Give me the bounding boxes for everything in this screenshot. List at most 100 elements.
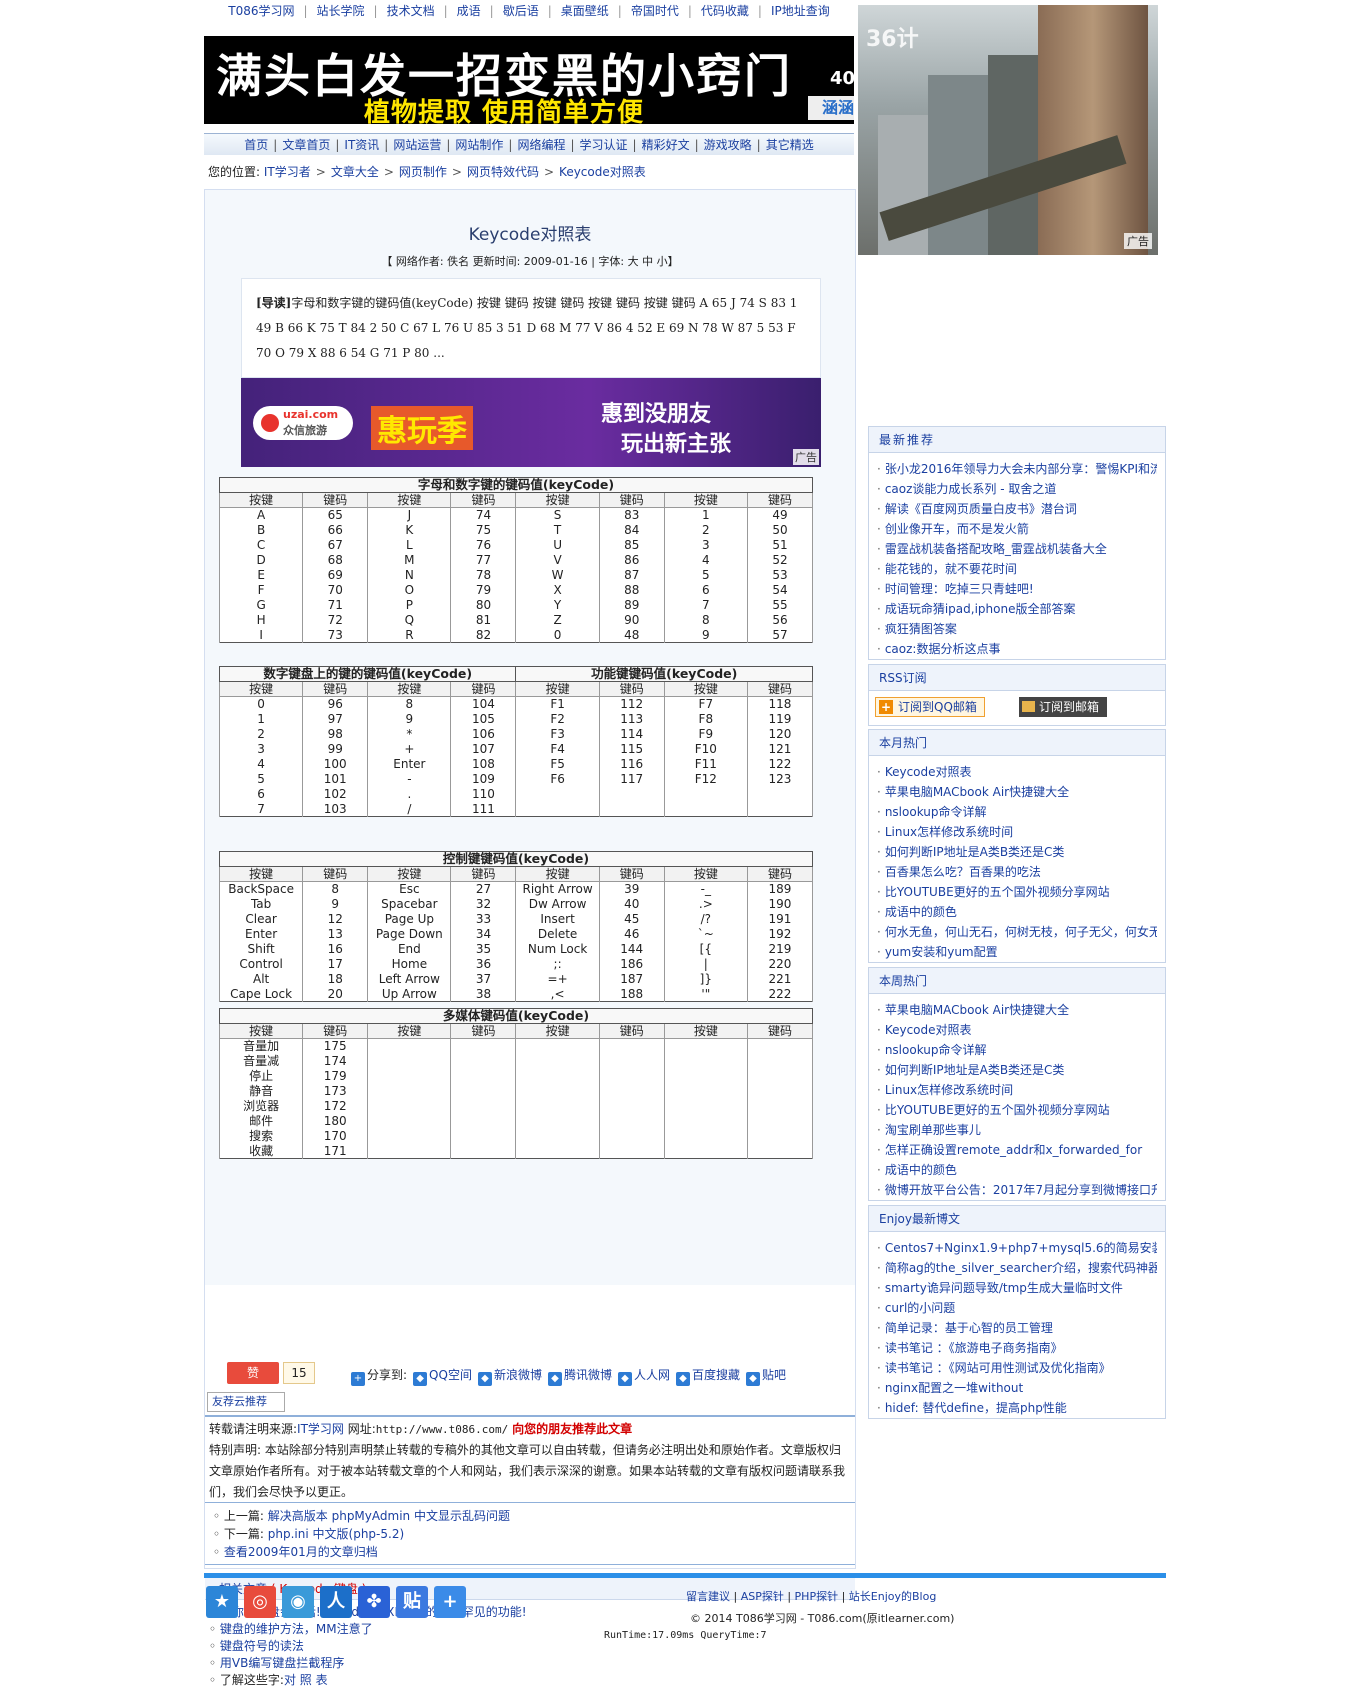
share-item[interactable]: 腾讯微博 <box>564 1368 612 1382</box>
renren-icon[interactable]: ◆ <box>617 1372 632 1386</box>
footer-link[interactable]: 站长Enjoy的Blog <box>849 1590 937 1603</box>
subscribe-qq-button[interactable]: + 订阅到QQ邮箱 <box>875 697 985 717</box>
sidebar-link[interactable]: Linux怎样修改系统时间 <box>885 825 1013 839</box>
sidebar-link[interactable]: 成语中的颜色 <box>885 905 957 919</box>
share-plus-icon[interactable]: + <box>351 1372 365 1386</box>
top-nav-item[interactable]: IP地址查询 <box>762 4 839 18</box>
sidebar-link[interactable]: 张小龙2016年领导力大会未内部分享：警惕KPI和流 <box>885 462 1157 476</box>
top-nav-item[interactable]: 帝国时代 <box>622 4 688 18</box>
sidebar-link[interactable]: 创业像开车，而不是发火箭 <box>885 522 1029 536</box>
sidebar-link[interactable]: 如何判断IP地址是A类B类还是C类 <box>885 1063 1065 1077</box>
archive-link[interactable]: 查看2009年01月的文章归档 <box>224 1545 378 1559</box>
sidebar-link[interactable]: 比YOUTUBE更好的五个国外视频分享网站 <box>885 1103 1110 1117</box>
share-item[interactable]: 百度搜藏 <box>692 1368 740 1382</box>
related-link[interactable]: 键盘的维护方法，MM注意了 <box>220 1622 373 1636</box>
top-nav-item[interactable]: 代码收藏 <box>692 4 758 18</box>
next-link[interactable]: php.ini 中文版(php-5.2) <box>268 1527 404 1541</box>
sidebar-link[interactable]: 怎样正确设置remote_addr和x_forwarded_for <box>885 1143 1142 1157</box>
sidebar-link[interactable]: 微博开放平台公告：2017年7月起分享到微博接口升 <box>885 1183 1157 1197</box>
prev-link[interactable]: 解决高版本 phpMyAdmin 中文显示乱码问题 <box>268 1509 510 1523</box>
main-nav-item[interactable]: 首页 <box>239 138 273 152</box>
baidu-icon[interactable]: ✤ <box>358 1586 390 1618</box>
recommend-cloud-button[interactable]: 友荐云推荐 <box>207 1392 285 1412</box>
sidebar-link[interactable]: Keycode对照表 <box>885 1023 972 1037</box>
sidebar-link[interactable]: caoz谈能力成长系列 - 取舍之道 <box>885 482 1057 496</box>
qzone-icon[interactable]: ◆ <box>413 1372 428 1386</box>
sidebar-link[interactable]: 时间管理：吃掉三只青蛙吧! <box>885 582 1034 596</box>
main-nav-item[interactable]: 网站运营 <box>388 138 446 152</box>
sidebar-link[interactable]: 能花钱的，就不要花时间 <box>885 562 1017 576</box>
main-nav-item[interactable]: 精彩好文 <box>637 138 695 152</box>
main-nav-item[interactable]: 学习认证 <box>575 138 633 152</box>
sidebar-link[interactable]: 解读《百度网页质量白皮书》潜台词 <box>885 502 1077 516</box>
main-nav-item[interactable]: 游戏攻略 <box>699 138 757 152</box>
tieba-icon[interactable]: 贴 <box>396 1586 428 1618</box>
sidebar-link[interactable]: nslookup命令详解 <box>885 805 987 819</box>
sidebar-link[interactable]: 简称ag的the_silver_searcher介绍，搜索代码神器 <box>885 1261 1157 1275</box>
learn-words-link[interactable]: 对 照 表 <box>284 1673 328 1687</box>
share-item[interactable]: 新浪微博 <box>494 1368 542 1382</box>
sidebar-link[interactable]: 苹果电脑MACbook Air快捷键大全 <box>885 1003 1069 1017</box>
top-nav-item[interactable]: 歇后语 <box>494 4 548 18</box>
footer-link[interactable]: ASP探针 <box>741 1590 784 1603</box>
tieba-icon[interactable]: ◆ <box>746 1372 761 1386</box>
sidebar-link[interactable]: hidef: 替代define，提高php性能 <box>885 1401 1067 1415</box>
sidebar-link[interactable]: 比YOUTUBE更好的五个国外视频分享网站 <box>885 885 1110 899</box>
main-nav-item[interactable]: 文章首页 <box>277 138 335 152</box>
sidebar-link[interactable]: nslookup命令详解 <box>885 1043 987 1057</box>
main-nav-item[interactable]: IT资讯 <box>339 138 384 152</box>
video-ad[interactable]: 36计 广告 <box>858 5 1158 255</box>
breadcrumb-item[interactable]: 文章大全 <box>331 165 379 179</box>
main-nav-item[interactable]: 网站制作 <box>450 138 508 152</box>
footer-link[interactable]: PHP探针 <box>795 1590 839 1603</box>
banner-ad[interactable]: 满头白发一招变黑的小窍门 植物提取 使用简单方便 40 涵涵 <box>204 36 854 124</box>
sidebar-link[interactable]: 百香果怎么吃？百香果的吃法 <box>885 865 1041 879</box>
sidebar-link[interactable]: smarty诡异问题导致/tmp生成大量临时文件 <box>885 1281 1123 1295</box>
sidebar-link[interactable]: 简单记录：基于心智的员工管理 <box>885 1321 1053 1335</box>
sidebar-link[interactable]: 成语玩命猜ipad,iphone版全部答案 <box>885 602 1076 616</box>
sidebar-link[interactable]: yum安装和yum配置 <box>885 945 998 959</box>
sidebar-link[interactable]: 读书笔记 ：《旅游电子商务指南》 <box>885 1341 1063 1355</box>
sidebar-link[interactable]: 成语中的颜色 <box>885 1163 957 1177</box>
top-nav-item[interactable]: 技术文档 <box>378 4 444 18</box>
related-link[interactable]: 用VB编写键盘拦截程序 <box>220 1656 344 1670</box>
sidebar-link[interactable]: 苹果电脑MACbook Air快捷键大全 <box>885 785 1069 799</box>
sidebar-link[interactable]: 读书笔记 ：《网站可用性测试及优化指南》 <box>885 1361 1111 1375</box>
footer-link[interactable]: 留言建议 <box>686 1590 730 1603</box>
breadcrumb-item[interactable]: Keycode对照表 <box>559 165 646 179</box>
sidebar-link[interactable]: caoz:数据分析这点事 <box>885 642 1001 656</box>
banner-button[interactable]: 涵涵 <box>808 96 854 120</box>
share-item[interactable]: 人人网 <box>634 1368 670 1382</box>
sidebar-link[interactable]: 淘宝刷单那些事儿 <box>885 1123 981 1137</box>
source-link[interactable]: IT学习网 <box>297 1422 344 1436</box>
uzai-ad[interactable]: uzai.com 众信旅游 惠玩季 惠到没朋友 玩出新主张 广告 <box>241 378 821 467</box>
sidebar-link[interactable]: curl的小问题 <box>885 1301 955 1315</box>
breadcrumb-item[interactable]: 网页特效代码 <box>467 165 539 179</box>
sidebar-link[interactable]: 何水无鱼，何山无石，何树无枝，何子无父，何女无 <box>885 925 1157 939</box>
baidu-icon[interactable]: ◆ <box>676 1372 690 1386</box>
top-nav-item[interactable]: T086学习网 <box>219 4 303 18</box>
breadcrumb-item[interactable]: IT学习者 <box>264 165 311 179</box>
sidebar-link[interactable]: 雷霆战机装备搭配攻略_雷霆战机装备大全 <box>885 542 1107 556</box>
tencent-weibo-icon[interactable]: ◉ <box>282 1586 314 1618</box>
sidebar-link[interactable]: 如何判断IP地址是A类B类还是C类 <box>885 845 1065 859</box>
top-nav-item[interactable]: 站长学院 <box>308 4 374 18</box>
sidebar-link[interactable]: Keycode对照表 <box>885 765 972 779</box>
weibo-icon[interactable]: ◎ <box>244 1586 276 1618</box>
subscribe-mail-button[interactable]: 订阅到邮箱 <box>1019 697 1107 717</box>
sidebar-link[interactable]: Linux怎样修改系统时间 <box>885 1083 1013 1097</box>
top-nav-item[interactable]: 桌面壁纸 <box>552 4 618 18</box>
top-nav-item[interactable]: 成语 <box>448 4 490 18</box>
recommend-link[interactable]: 向您的朋友推荐此文章 <box>512 1422 632 1436</box>
related-link[interactable]: 键盘符号的读法 <box>220 1639 304 1653</box>
share-item[interactable]: 贴吧 <box>762 1368 786 1382</box>
share-item[interactable]: QQ空间 <box>429 1368 472 1382</box>
sidebar-link[interactable]: nginx配置之一堆without <box>885 1381 1023 1395</box>
weibo-icon[interactable]: ◆ <box>477 1372 492 1386</box>
tencent-weibo-icon[interactable]: ◆ <box>547 1372 562 1386</box>
renren-icon[interactable]: 人 <box>320 1586 352 1618</box>
sidebar-link[interactable]: 疯狂猜图答案 <box>885 622 957 636</box>
main-nav-item[interactable]: 网络编程 <box>512 138 570 152</box>
like-button[interactable]: 赞 <box>227 1362 279 1384</box>
breadcrumb-item[interactable]: 网页制作 <box>399 165 447 179</box>
